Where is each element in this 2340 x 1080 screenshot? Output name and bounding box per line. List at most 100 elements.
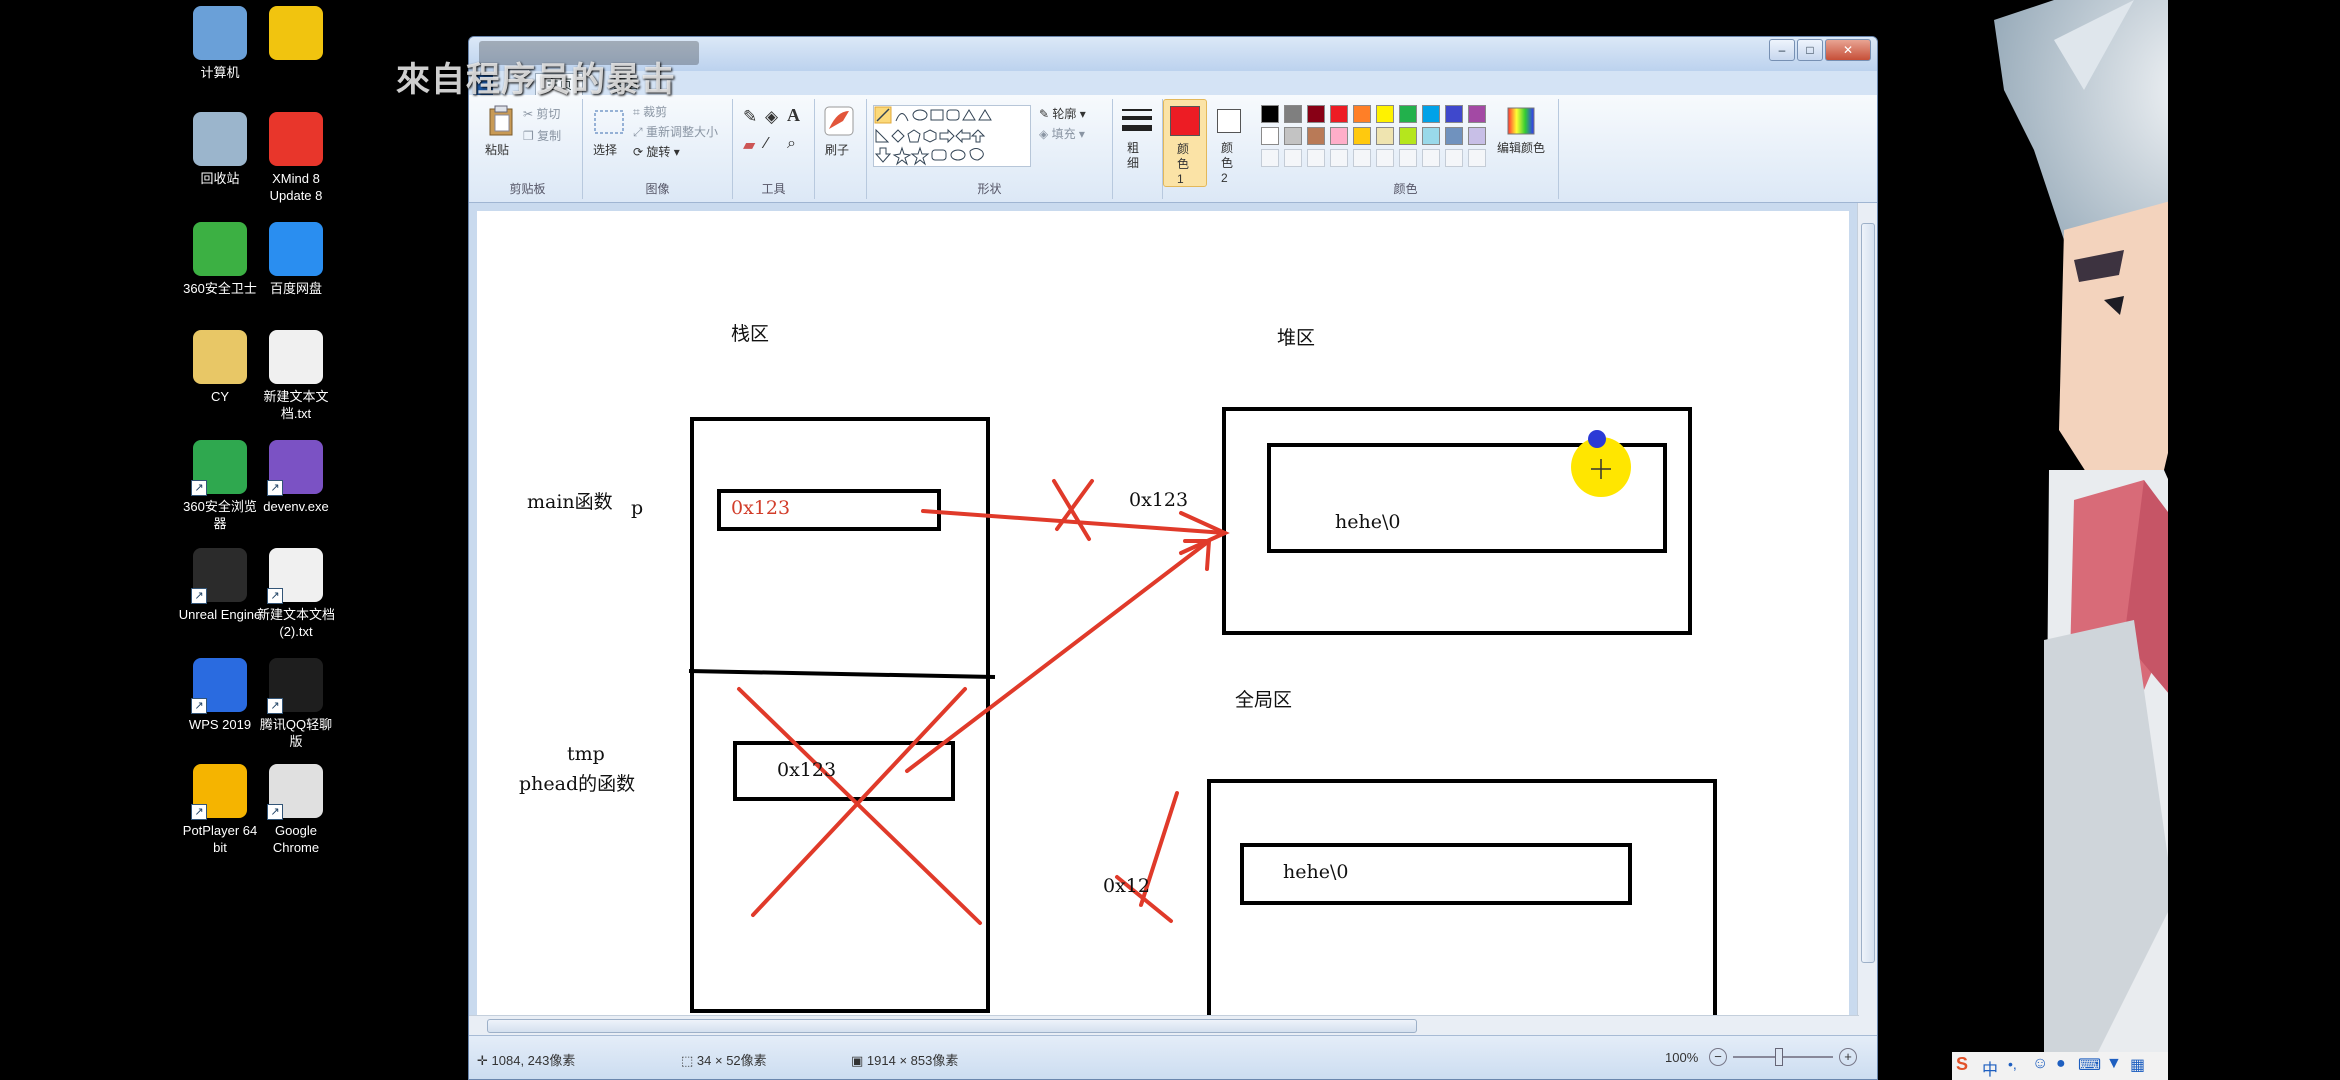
minimize-button[interactable]: – <box>1769 39 1795 61</box>
stack-title: 栈区 <box>731 323 770 345</box>
shortcut-arrow-icon: ↗ <box>267 698 283 714</box>
palette-empty-swatch[interactable] <box>1422 149 1440 167</box>
cut-button[interactable]: ✂ 剪切 <box>523 105 560 122</box>
palette-swatch[interactable] <box>1353 105 1371 123</box>
desktop-icon-recycle-bin[interactable]: 回收站 <box>178 112 262 187</box>
desktop-icon-360-safe[interactable]: 360安全卫士 <box>178 222 262 297</box>
text-tool-icon[interactable]: A <box>787 105 800 126</box>
resize-button[interactable]: ⤢ 重新调整大小 <box>633 123 718 140</box>
horizontal-scroll-thumb[interactable] <box>487 1019 1417 1033</box>
desktop-icon-folder-cy[interactable]: CY <box>178 330 262 405</box>
fill-button[interactable]: ◈ 填充 ▾ <box>1039 125 1085 142</box>
brush-icon <box>824 106 854 136</box>
close-button[interactable]: ✕ <box>1825 39 1871 61</box>
vertical-scrollbar[interactable] <box>1857 203 1877 1035</box>
palette-swatch[interactable] <box>1445 105 1463 123</box>
desktop-icon-chrome[interactable]: ↗ Google Chrome <box>254 764 338 856</box>
palette-swatch[interactable] <box>1445 127 1463 145</box>
emoji-icon[interactable]: ☺ <box>2032 1055 2048 1073</box>
maximize-button[interactable]: □ <box>1797 39 1823 61</box>
edit-colors-button[interactable]: 编辑颜色 <box>1497 139 1545 156</box>
desktop-icon-text-doc-2[interactable]: ↗ 新建文本文档 (2).txt <box>254 548 338 640</box>
desktop-icon-qq[interactable]: ↗ 腾讯QQ轻聊版 <box>254 658 338 750</box>
palette-swatch[interactable] <box>1261 127 1279 145</box>
palette-empty-swatch[interactable] <box>1399 149 1417 167</box>
color-picker-icon[interactable]: ⁄ <box>765 135 768 153</box>
palette-swatch[interactable] <box>1422 105 1440 123</box>
heap-string-value: hehe\0 <box>1335 511 1401 533</box>
palette-swatch[interactable] <box>1376 105 1394 123</box>
ime-mode-icon[interactable]: 中 <box>1982 1056 1998 1080</box>
palette-swatch[interactable] <box>1422 127 1440 145</box>
palette-swatch[interactable] <box>1399 105 1417 123</box>
desktop-icon-label: 新建文本文档.txt <box>263 389 329 421</box>
vertical-scroll-thumb[interactable] <box>1861 223 1875 963</box>
select-button[interactable]: 选择 <box>593 141 617 158</box>
desktop-icon-360-browser[interactable]: ↗ 360安全浏览器 <box>178 440 262 532</box>
punctuation-icon[interactable]: •, <box>2008 1056 2017 1072</box>
palette-empty-swatch[interactable] <box>1330 149 1348 167</box>
color2-selector[interactable]: 颜色 2 <box>1209 99 1251 199</box>
wps-icon: ↗ <box>191 658 247 714</box>
desktop-icon-computer[interactable]: 计算机 <box>178 6 262 81</box>
palette-empty-swatch[interactable] <box>1468 149 1486 167</box>
sogou-ime-icon[interactable]: S <box>1956 1054 1968 1075</box>
palette-swatch[interactable] <box>1468 127 1486 145</box>
palette-swatch[interactable] <box>1261 105 1279 123</box>
microphone-icon[interactable]: ● <box>2056 1055 2066 1073</box>
palette-empty-swatch[interactable] <box>1353 149 1371 167</box>
palette-swatch[interactable] <box>1284 105 1302 123</box>
palette-swatch[interactable] <box>1307 127 1325 145</box>
zoom-in-button[interactable]: + <box>1839 1048 1857 1066</box>
paste-button[interactable]: 粘贴 <box>485 141 509 158</box>
ime-tray[interactable]: S 中 •, ☺ ● ⌨ ▼ ▦ <box>1952 1052 2168 1080</box>
toolbox-icon[interactable]: ▦ <box>2130 1055 2145 1075</box>
title-bar[interactable]: – □ ✕ <box>469 37 1877 71</box>
desktop-icon-visual-studio[interactable]: ↗ devenv.exe <box>254 440 338 515</box>
desktop-icon-baidu-netdisk[interactable]: 百度网盘 <box>254 222 338 297</box>
horizontal-scrollbar[interactable] <box>469 1015 1859 1035</box>
cursor-highlight-dot <box>1588 430 1606 448</box>
drawing-canvas[interactable]: 栈区 堆区 全局区 main函数 p 0x123 0x123 hehe\0 tm… <box>477 211 1849 1029</box>
palette-swatch[interactable] <box>1307 105 1325 123</box>
desktop-icon-label: XMind 8 Update 8 <box>269 171 323 203</box>
desktop-icon-potplayer[interactable]: ↗ PotPlayer 64 bit <box>178 764 262 856</box>
palette-swatch[interactable] <box>1353 127 1371 145</box>
pencil-icon[interactable]: ✎ <box>743 107 757 127</box>
palette-empty-swatch[interactable] <box>1307 149 1325 167</box>
magnifier-icon[interactable]: ⌕ <box>787 135 796 153</box>
desktop-icon-help[interactable] <box>254 6 338 64</box>
rotate-button[interactable]: ⟳ 旋转 ▾ <box>633 143 680 160</box>
size-button[interactable]: 粗细 <box>1127 141 1141 171</box>
palette-swatch[interactable] <box>1468 105 1486 123</box>
zoom-slider[interactable] <box>1733 1056 1833 1058</box>
phead-func-label: phead的函数 <box>519 773 636 795</box>
skin-icon[interactable]: ▼ <box>2106 1055 2122 1073</box>
palette-swatch[interactable] <box>1399 127 1417 145</box>
palette-swatch[interactable] <box>1330 105 1348 123</box>
palette-swatch[interactable] <box>1284 127 1302 145</box>
outline-button[interactable]: ✎ 轮廓 ▾ <box>1039 105 1086 122</box>
image-group-label: 图像 <box>645 182 670 196</box>
shapes-gallery[interactable] <box>873 105 1031 167</box>
desktop-icon-xmind[interactable]: XMind 8 Update 8 <box>254 112 338 204</box>
crop-button[interactable]: ⌗ 裁剪 <box>633 103 667 120</box>
zoom-slider-thumb[interactable] <box>1775 1048 1783 1066</box>
eraser-icon[interactable]: ▰ <box>743 135 755 155</box>
palette-swatch[interactable] <box>1376 127 1394 145</box>
desktop-icon-unreal-engine[interactable]: ↗ Unreal Engine <box>178 548 262 623</box>
desktop-icon-wps[interactable]: ↗ WPS 2019 <box>178 658 262 733</box>
palette-empty-swatch[interactable] <box>1261 149 1279 167</box>
palette-empty-swatch[interactable] <box>1376 149 1394 167</box>
color1-selector[interactable]: 颜色 1 <box>1163 99 1207 187</box>
fill-bucket-icon[interactable]: ◈ <box>765 107 778 127</box>
keyboard-icon[interactable]: ⌨ <box>2078 1055 2101 1075</box>
brushes-button[interactable]: 刷子 <box>825 141 849 158</box>
palette-swatch[interactable] <box>1330 127 1348 145</box>
desktop-icon-text-doc-1[interactable]: 新建文本文档.txt <box>254 330 338 422</box>
zoom-out-button[interactable]: − <box>1709 1048 1727 1066</box>
palette-empty-swatch[interactable] <box>1284 149 1302 167</box>
rotate-icon: ⟳ <box>633 145 644 159</box>
palette-empty-swatch[interactable] <box>1445 149 1463 167</box>
copy-button[interactable]: ❐ 复制 <box>523 127 561 144</box>
